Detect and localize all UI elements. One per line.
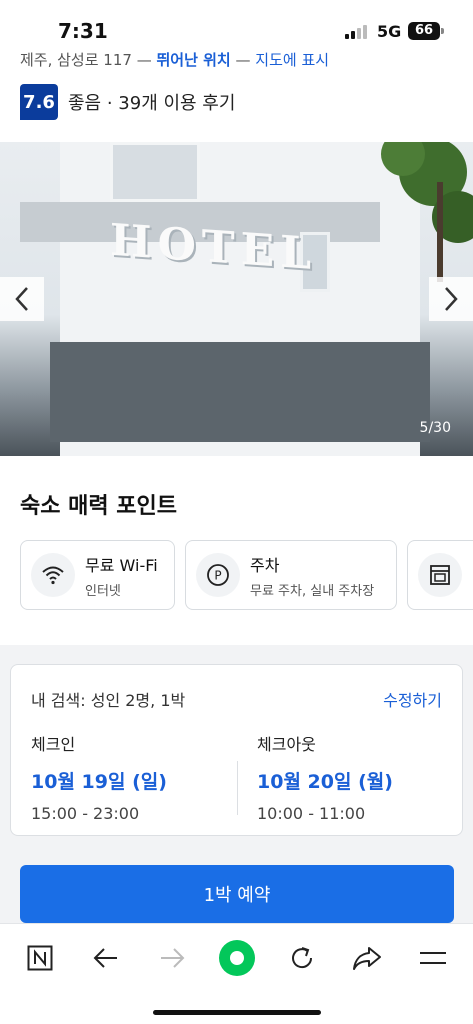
forward-button[interactable] [152, 938, 192, 978]
share-button[interactable] [347, 938, 387, 978]
review-score-badge: 7.6 [20, 84, 58, 120]
book-button[interactable]: 1박 예약 [20, 865, 454, 923]
highlight-card-parking[interactable]: P 주차 무료 주차, 실내 주차장 [185, 540, 397, 610]
address-text: 제주, 삼성로 117 [20, 51, 132, 69]
highlights-title: 숙소 매력 포인트 [20, 494, 177, 519]
reload-icon [292, 947, 313, 969]
green-dot-button[interactable] [217, 938, 257, 978]
status-time: 7:31 [58, 19, 108, 43]
status-bar: 7:31 5G 66 [0, 0, 473, 52]
highlight-card-wifi[interactable]: 무료 Wi-Fi 인터넷 [20, 540, 175, 610]
svg-text:P: P [214, 569, 221, 583]
address-line: 제주, 삼성로 117 — 뛰어난 위치 — 지도에 표시 [20, 51, 330, 69]
checkout-time: 10:00 - 11:00 [257, 804, 366, 823]
entrance-glass [50, 342, 430, 442]
checkout-date: 10월 20일 (월) [257, 771, 393, 793]
menu-icon [420, 952, 446, 964]
naver-home-button[interactable] [20, 938, 60, 978]
battery-icon: 66 [408, 22, 444, 40]
divider [237, 761, 238, 815]
map-link[interactable]: 지도에 표시 [255, 51, 329, 69]
menu-button[interactable] [413, 938, 453, 978]
back-button[interactable] [86, 938, 126, 978]
checkout-label: 체크아웃 [257, 735, 316, 754]
naver-home-icon [27, 945, 53, 971]
hotel-photo[interactable]: HOTEL [0, 142, 473, 456]
appliance-icon [418, 553, 462, 597]
tree-foliage [381, 142, 473, 282]
forward-arrow-icon [161, 948, 185, 968]
gallery-next-button[interactable] [429, 277, 473, 321]
green-dot-icon [219, 940, 255, 976]
wifi-icon [31, 553, 75, 597]
rating-row[interactable]: 7.6 좋음 · 39개 이용 후기 [20, 84, 235, 120]
signal-icon [345, 23, 367, 39]
highlight-subtitle: 인터넷 [85, 583, 121, 599]
edit-search-link[interactable]: 수정하기 [383, 687, 442, 711]
parking-icon: P [196, 553, 240, 597]
checkout-block[interactable]: 체크아웃 10월 20일 (월) 10:00 - 11:00 [257, 731, 393, 823]
gallery-prev-button[interactable] [0, 277, 44, 321]
checkin-label: 체크인 [31, 735, 76, 754]
highlight-title: 주차 [250, 555, 280, 575]
highlight-title: 무료 Wi-Fi [85, 555, 158, 575]
checkin-time: 15:00 - 23:00 [31, 804, 140, 823]
back-arrow-icon [93, 948, 117, 968]
highlight-card-appliance[interactable] [407, 540, 473, 610]
chevron-left-icon [15, 287, 28, 311]
search-summary-card: 내 검색: 성인 2명, 1박 수정하기 체크인 10월 19일 (일) 15:… [10, 664, 463, 836]
highlight-subtitle: 무료 주차, 실내 주차장 [250, 583, 375, 599]
window [110, 142, 200, 202]
highlights-carousel[interactable]: 무료 Wi-Fi 인터넷 P 주차 무료 주차, 실내 주차장 [20, 540, 473, 610]
location-badge: 뛰어난 위치 [156, 51, 231, 69]
browser-toolbar [0, 923, 473, 1024]
reload-button[interactable] [282, 938, 322, 978]
home-indicator [153, 1010, 321, 1015]
page: 7:31 5G 66 제주, 삼성로 117 — 뛰어난 위치 — 지도에 표시… [0, 0, 473, 1024]
rating-summary: 좋음 · 39개 이용 후기 [68, 93, 236, 114]
search-summary: 내 검색: 성인 2명, 1박 [31, 691, 186, 710]
checkin-date: 10월 19일 (일) [31, 771, 167, 793]
share-icon [353, 947, 381, 970]
chevron-right-icon [445, 287, 458, 311]
photo-counter: 5/30 [419, 420, 451, 436]
network-type: 5G [377, 22, 402, 41]
checkin-block[interactable]: 체크인 10월 19일 (일) 15:00 - 23:00 [31, 731, 167, 823]
